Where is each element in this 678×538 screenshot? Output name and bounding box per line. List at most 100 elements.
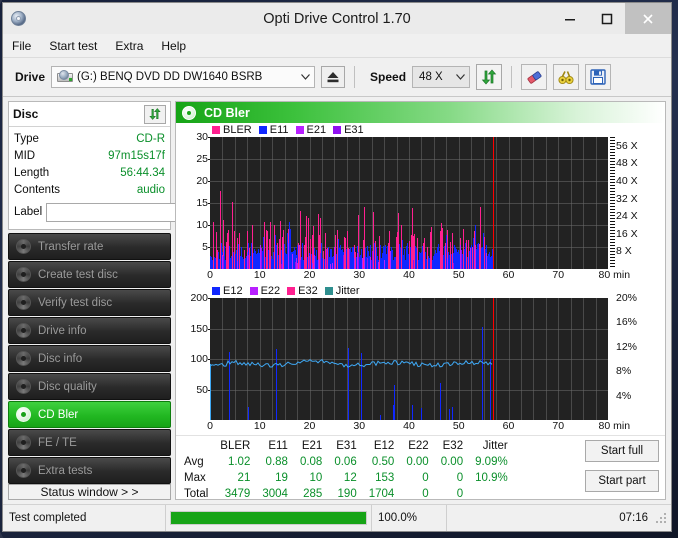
legend-swatch bbox=[249, 287, 258, 295]
stats-row-label: Max bbox=[184, 472, 206, 484]
chart-bler-plot bbox=[210, 137, 608, 269]
disc-row-value: 56:44.34 bbox=[120, 166, 165, 179]
stats-cell: 0.08 bbox=[299, 456, 323, 468]
disc-row-length: Length 56:44.34 bbox=[14, 164, 165, 181]
y-tick-label: 10 bbox=[196, 219, 208, 231]
chart-bler-x-axis: 0 10 20 30 40 50 60 70 80 min bbox=[176, 269, 665, 284]
sidebar-item-verify-test-disc[interactable]: Verify test disc bbox=[8, 289, 171, 316]
legend-item-e31: E31 bbox=[333, 124, 364, 136]
stats-cell: 190 bbox=[337, 488, 357, 500]
legend-item-e32: E32 bbox=[287, 285, 318, 297]
save-button[interactable] bbox=[585, 64, 612, 90]
start-part-button[interactable]: Start part bbox=[585, 470, 659, 492]
sidebar-item-cd-bler[interactable]: CD Bler bbox=[8, 401, 171, 428]
x-tick-label: 20 bbox=[303, 269, 316, 281]
speed-select[interactable]: 48 X bbox=[412, 66, 471, 88]
y2-tick-label: 48 X bbox=[616, 157, 638, 170]
menu-item-file[interactable]: File bbox=[3, 36, 40, 56]
sidebar-item-drive-info[interactable]: Drive info bbox=[8, 317, 171, 344]
x-tick-label: 30 bbox=[353, 269, 366, 281]
x-tick-label: 40 bbox=[403, 269, 415, 281]
chevron-down-icon bbox=[452, 72, 469, 82]
chart-bler-legend: BLER E11 E21 E31 bbox=[176, 123, 665, 137]
y2-tick-label: 20% bbox=[616, 292, 638, 304]
stats-cell: 0 bbox=[456, 488, 464, 500]
toolbar-divider bbox=[354, 66, 356, 88]
chart-e12-y2-axis: 4% 8% 12% 16% 20% bbox=[610, 292, 665, 420]
status-window-button[interactable]: Status window > > bbox=[8, 484, 171, 500]
x-tick-label: 10 bbox=[253, 420, 266, 432]
y-tick-label: 100 bbox=[190, 353, 208, 365]
sidebar-item-fe-te[interactable]: FE / TE bbox=[8, 429, 171, 456]
y2-tick-label: 56 X bbox=[616, 139, 638, 152]
chart-e12-jitter: E12 E22 E32 Jitter 50 100 150 200 4% 8% 12% 16… bbox=[176, 284, 665, 435]
erase-button[interactable] bbox=[521, 64, 548, 90]
tools-button[interactable] bbox=[553, 64, 580, 90]
y2-tick-label: 8 X bbox=[616, 245, 632, 258]
y2-tick-label: 16% bbox=[616, 316, 638, 329]
disc-icon bbox=[16, 435, 31, 450]
stats-cell: 19 bbox=[275, 472, 288, 484]
disc-refresh-button[interactable] bbox=[144, 104, 166, 124]
sidebar-item-disc-quality[interactable]: Disc quality bbox=[8, 373, 171, 400]
stats-col-e12: E12 bbox=[373, 440, 395, 452]
minimize-button[interactable] bbox=[551, 3, 588, 34]
disc-icon bbox=[16, 295, 31, 310]
disc-info-title: Disc bbox=[13, 107, 39, 121]
disc-row-key: Contents bbox=[14, 183, 61, 196]
menu-item-extra[interactable]: Extra bbox=[106, 36, 152, 56]
legend-swatch bbox=[212, 126, 220, 134]
legend-item-e12: E12 bbox=[212, 285, 243, 297]
y2-tick-label: 16 X bbox=[616, 227, 638, 240]
right-panel: CD Bler BLER E11 E21 E31 5 10 15 20 25 30 8 X… bbox=[175, 101, 666, 500]
legend-label: E12 bbox=[223, 285, 243, 297]
drive-select[interactable]: (G:) BENQ DVD DD DW1640 BSRB bbox=[51, 66, 316, 88]
disc-label-key: Label bbox=[14, 206, 43, 218]
y2-tick-label: 12% bbox=[616, 340, 638, 353]
close-button[interactable] bbox=[625, 3, 671, 34]
stats-cell: 3004 bbox=[262, 488, 288, 500]
stats-row-label: Avg bbox=[184, 456, 204, 468]
sidebar-item-disc-info[interactable]: Disc info bbox=[8, 345, 171, 372]
chart-e12-legend: E12 E22 E32 Jitter bbox=[176, 284, 665, 298]
disc-row-value: CD-R bbox=[136, 132, 165, 145]
chart-bler: BLER E11 E21 E31 5 10 15 20 25 30 8 X 16 X 24 X… bbox=[176, 123, 665, 284]
speed-select-value: 48 X bbox=[419, 71, 443, 83]
disc-row-key: MID bbox=[14, 149, 36, 162]
y2-tick-label: 40 X bbox=[616, 175, 638, 187]
disc-row-value: 97m15s17f bbox=[108, 149, 165, 162]
menu-item-help[interactable]: Help bbox=[152, 36, 195, 56]
main-content: Disc Type CD-R MID 97m15s17f Length 56:4… bbox=[3, 97, 671, 504]
stats-col-jitter: Jitter bbox=[482, 440, 508, 452]
x-tick-label: 80 min bbox=[598, 269, 631, 281]
disc-icon bbox=[16, 351, 31, 366]
statistics-table: BLER E11 E21 E31 E12 E22 E32 Jitter Avg … bbox=[176, 435, 665, 514]
drive-label: Drive bbox=[15, 70, 46, 84]
x-tick-label: 20 bbox=[303, 420, 316, 432]
disc-row-value: audio bbox=[136, 183, 165, 196]
menu-item-start-test[interactable]: Start test bbox=[40, 36, 106, 56]
refresh-button[interactable] bbox=[476, 64, 503, 90]
sidebar-item-create-test-disc[interactable]: Create test disc bbox=[8, 261, 171, 288]
maximize-button[interactable] bbox=[588, 3, 625, 34]
disc-row-key: Type bbox=[14, 132, 39, 145]
eject-button[interactable] bbox=[321, 66, 346, 88]
stats-cell: 1.02 bbox=[227, 456, 251, 468]
y2-tick-label: 24 X bbox=[616, 210, 638, 223]
x-tick-label: 60 bbox=[502, 420, 515, 432]
disc-icon bbox=[10, 10, 28, 28]
application-window: Opti Drive Control 1.70 File Start test … bbox=[2, 2, 672, 532]
sidebar-item-extra-tests[interactable]: Extra tests bbox=[8, 457, 171, 484]
sidebar-item-label: Disc quality bbox=[38, 380, 97, 393]
legend-swatch bbox=[333, 126, 342, 134]
stats-cell: 9.09% bbox=[475, 456, 508, 468]
disc-row-mid: MID 97m15s17f bbox=[14, 147, 165, 164]
legend-swatch bbox=[287, 287, 296, 295]
toolbar-divider bbox=[511, 66, 513, 88]
start-full-button[interactable]: Start full bbox=[585, 440, 659, 462]
stats-cell: 0.50 bbox=[371, 456, 395, 468]
table-row: Max 21 19 10 12 153 0 0 10.9% bbox=[180, 470, 514, 486]
stats-table: BLER E11 E21 E31 E12 E22 E32 Jitter Avg … bbox=[180, 438, 514, 502]
sidebar-item-transfer-rate[interactable]: Transfer rate bbox=[8, 233, 171, 260]
stats-col-e22: E22 bbox=[408, 440, 429, 452]
